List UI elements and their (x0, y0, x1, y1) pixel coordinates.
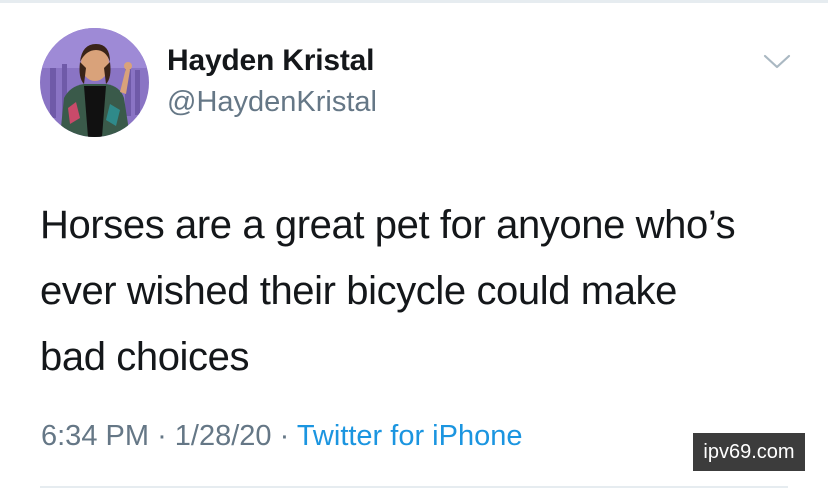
bottom-divider (40, 486, 788, 488)
profile-photo-icon (40, 28, 149, 137)
top-divider (0, 0, 828, 3)
tweet-text-line: bad choices (40, 335, 250, 379)
tweet-time[interactable]: 6:34 PM (41, 420, 149, 452)
tweet-text-line: Horses are a great pet for anyone who’s (40, 203, 736, 247)
tweet-text-line: ever wished their bicycle could make (40, 269, 678, 313)
meta-separator: · (157, 420, 175, 452)
author-handle[interactable]: @HaydenKristal (167, 86, 377, 119)
tweet-date[interactable]: 1/28/20 (175, 420, 272, 452)
chevron-down-icon[interactable] (762, 50, 792, 72)
meta-separator: · (279, 420, 297, 452)
tweet-card: Hayden Kristal @HaydenKristal Horses are… (0, 0, 828, 493)
tweet-source-link[interactable]: Twitter for iPhone (297, 420, 523, 452)
avatar[interactable] (40, 28, 149, 137)
tweet-meta: 6:34 PM · 1/28/20 · Twitter for iPhone (41, 420, 522, 453)
author-name[interactable]: Hayden Kristal (167, 44, 374, 78)
tweet-text: Horses are a great pet for anyone who’s … (40, 192, 800, 390)
watermark: ipv69.com (693, 433, 805, 471)
